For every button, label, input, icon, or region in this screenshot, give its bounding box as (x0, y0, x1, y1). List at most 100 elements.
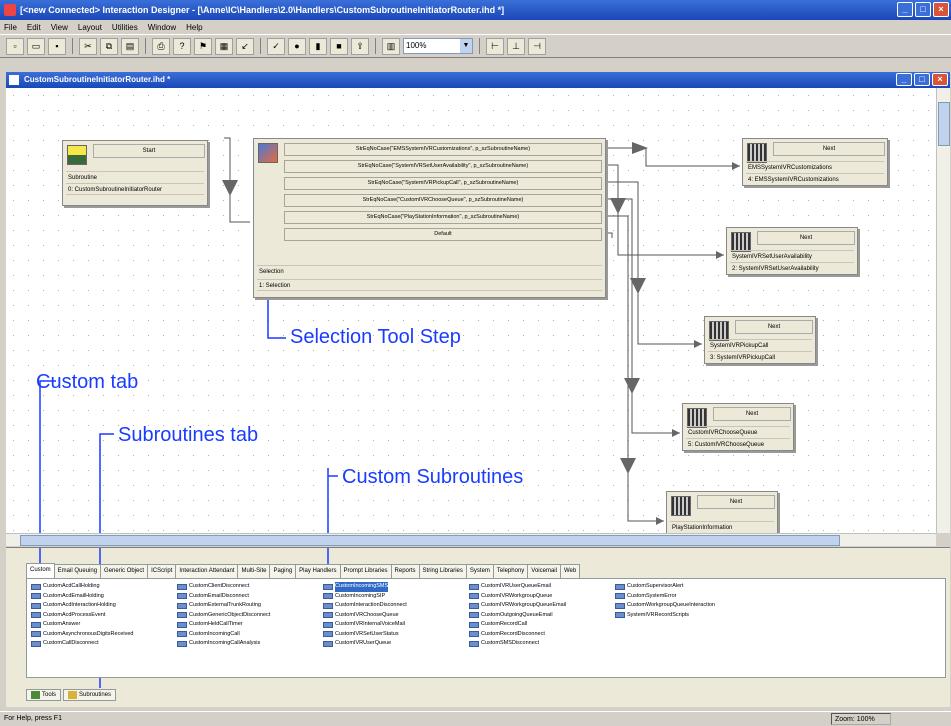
doc-minimize-button[interactable]: _ (896, 73, 912, 86)
menu-window[interactable]: Window (148, 23, 176, 32)
list-item[interactable]: CustomIVRWorkgroupQueue (469, 592, 566, 602)
selection-exit-5[interactable]: StrEqNoCase("PlayStationInformation", p_… (284, 211, 602, 224)
save-icon[interactable]: ▪ (48, 37, 66, 55)
stop-icon[interactable]: ■ (330, 37, 348, 55)
tool-icon[interactable]: ▦ (215, 37, 233, 55)
validate-icon[interactable]: ✓ (267, 37, 285, 55)
link-icon[interactable]: ↙ (236, 37, 254, 55)
list-item[interactable]: CustomIVRUserQueue (323, 639, 407, 649)
list-item[interactable]: SystemIVRRecordScripts (615, 611, 715, 621)
start-header[interactable]: Start (93, 144, 205, 158)
tab-reports[interactable]: Reports (390, 564, 420, 578)
list-item[interactable]: CustomAnswer (31, 620, 133, 630)
align-center-icon[interactable]: ⊥ (507, 37, 525, 55)
tab-telephony[interactable]: Telephony (492, 564, 529, 578)
horizontal-scrollbar[interactable] (6, 533, 936, 546)
list-item[interactable]: CustomAcdCallHolding (31, 582, 133, 592)
doc-restore-button[interactable]: □ (914, 73, 930, 86)
list-item[interactable]: CustomSupervisorAlert (615, 582, 715, 592)
next-header[interactable]: Next (773, 142, 885, 156)
list-item[interactable]: CustomWorkgroupQueueInteraction (615, 601, 715, 611)
open-icon[interactable]: ▭ (27, 37, 45, 55)
cut-icon[interactable]: ✂ (79, 37, 97, 55)
next-header[interactable]: Next (757, 231, 855, 245)
menu-view[interactable]: View (51, 23, 68, 32)
maximize-button[interactable]: □ (915, 2, 931, 17)
print-icon[interactable]: ⎙ (152, 37, 170, 55)
selection-step[interactable]: StrEqNoCase("EMSSystemIVRCustomizations"… (253, 138, 606, 298)
tab-multi-site[interactable]: Multi-Site (237, 564, 271, 578)
doc-close-button[interactable]: × (932, 73, 948, 86)
selection-exit-default[interactable]: Default (284, 228, 602, 241)
start-step[interactable]: Start Subroutine 0: CustomSubroutineInit… (62, 140, 208, 206)
selection-exit-1[interactable]: StrEqNoCase("EMSSystemIVRCustomizations"… (284, 143, 602, 156)
tab-web[interactable]: Web (559, 564, 581, 578)
menu-utilities[interactable]: Utilities (112, 23, 138, 32)
list-item[interactable]: CustomAsynchronousDigitsReceived (31, 630, 133, 640)
menu-edit[interactable]: Edit (27, 23, 41, 32)
close-button[interactable]: × (933, 2, 949, 17)
list-item[interactable]: CustomEmailDisconnect (177, 592, 270, 602)
selection-exit-4[interactable]: StrEqNoCase("CustomIVRChooseQueue", p_sz… (284, 194, 602, 207)
list-item[interactable]: CustomIncomingCall (177, 630, 270, 640)
list-item[interactable]: CustomGenericObjectDisconnect (177, 611, 270, 621)
next-step-4[interactable]: Next CustomIVRChooseQueue 5: CustomIVRCh… (682, 403, 794, 451)
menu-layout[interactable]: Layout (78, 23, 102, 32)
list-item[interactable]: CustomOutgoingQueueEmail (469, 611, 566, 621)
vertical-scrollbar[interactable] (936, 88, 950, 533)
selection-exit-3[interactable]: StrEqNoCase("SystemIVRPickupCall", p_szS… (284, 177, 602, 190)
next-step-3[interactable]: Next SystemIVRPickupCall 3: SystemIVRPic… (704, 316, 816, 364)
list-item[interactable]: CustomSystemError (615, 592, 715, 602)
pause-icon[interactable]: ▮ (309, 37, 327, 55)
list-item[interactable]: CustomExternalTrunkRouting (177, 601, 270, 611)
list-item-selected[interactable]: CustomIncomingSMS (323, 582, 407, 592)
selection-exit-2[interactable]: StrEqNoCase("SystemIVRSetUserAvailabilit… (284, 160, 602, 173)
tab-system[interactable]: System (465, 564, 494, 578)
step-icon[interactable]: ⚑ (194, 37, 212, 55)
next-step-2[interactable]: Next SystemIVRSetUserAvailability 2: Sys… (726, 227, 858, 275)
list-item[interactable]: CustomAcdProcessEvent (31, 611, 133, 621)
list-item[interactable]: CustomSMSDisconnect (469, 639, 566, 649)
run-icon[interactable]: ● (288, 37, 306, 55)
next-step-1[interactable]: Next EMSSystemIVRCustomizations 4: EMSSy… (742, 138, 888, 186)
tab-tools[interactable]: Tools (26, 689, 62, 701)
tab-interaction-attendant[interactable]: Interaction Attendant (175, 564, 239, 578)
list-item[interactable]: CustomRecordCall (469, 620, 566, 630)
next-header[interactable]: Next (697, 495, 775, 509)
list-item[interactable]: CustomIVRInternalVoiceMail (323, 620, 407, 630)
menu-help[interactable]: Help (186, 23, 202, 32)
list-item[interactable]: CustomHeldCallTimer (177, 620, 270, 630)
grid-icon[interactable]: ▥ (382, 37, 400, 55)
handler-canvas[interactable]: Start Subroutine 0: CustomSubroutineInit… (6, 88, 936, 533)
list-item[interactable]: CustomAcdInteractionHolding (31, 601, 133, 611)
list-item[interactable]: CustomCallDisconnect (31, 639, 133, 649)
list-item[interactable]: CustomIVRWorkgroupQueueEmail (469, 601, 566, 611)
tab-prompt-libraries[interactable]: Prompt Libraries (339, 564, 392, 578)
new-icon[interactable]: ▫ (6, 37, 24, 55)
list-item[interactable]: CustomClientDisconnect (177, 582, 270, 592)
publish-icon[interactable]: ⇪ (351, 37, 369, 55)
next-header[interactable]: Next (713, 407, 791, 421)
tab-voicemail[interactable]: Voicemail (527, 564, 561, 578)
zoom-select[interactable]: 100% ▼ (403, 38, 473, 54)
list-item[interactable]: CustomInteractionDisconnect (323, 601, 407, 611)
align-right-icon[interactable]: ⊣ (528, 37, 546, 55)
minimize-button[interactable]: _ (897, 2, 913, 17)
horizontal-scroll-thumb[interactable] (20, 535, 840, 546)
copy-icon[interactable]: ⧉ (100, 37, 118, 55)
list-item[interactable]: CustomIVRChooseQueue (323, 611, 407, 621)
tab-generic-object[interactable]: Generic Object (100, 564, 149, 578)
vertical-scroll-thumb[interactable] (938, 102, 950, 146)
menu-file[interactable]: File (4, 23, 17, 32)
chevron-down-icon[interactable]: ▼ (460, 39, 472, 53)
list-item[interactable]: CustomIVRSetUserStatus (323, 630, 407, 640)
list-item[interactable]: CustomIVRUserQueueEmail (469, 582, 566, 592)
next-step-5[interactable]: Next PlayStationInformation (666, 491, 778, 533)
tab-icscript[interactable]: ICScript (147, 564, 177, 578)
tab-subroutines[interactable]: Subroutines (63, 689, 117, 701)
tab-custom[interactable]: Custom (26, 563, 55, 578)
tab-string-libraries[interactable]: String Libraries (418, 564, 467, 578)
help-icon[interactable]: ? (173, 37, 191, 55)
tab-play-handlers[interactable]: Play Handlers (295, 564, 341, 578)
list-item[interactable]: CustomRecordDisconnect (469, 630, 566, 640)
